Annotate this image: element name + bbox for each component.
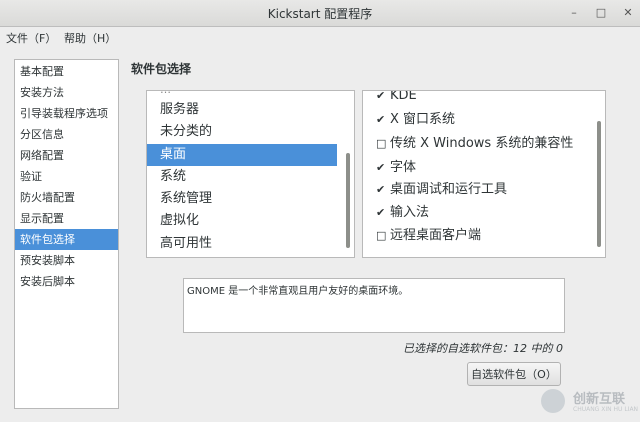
sidebar-item-install-method[interactable]: 安装方法	[15, 82, 118, 103]
watermark-subtext: CHUANG XIN HU LIAN	[573, 406, 639, 413]
checkbox-checked-icon[interactable]: ✔	[376, 109, 390, 131]
group-item-system[interactable]: 系统	[147, 166, 337, 188]
checkbox-checked-icon[interactable]: ✔	[376, 179, 390, 201]
sidebar-item-partitions[interactable]: 分区信息	[15, 124, 118, 145]
package-kde[interactable]: ✔ KDE	[376, 91, 417, 107]
menu-bar: 文件（F） 帮助（H）	[0, 27, 640, 49]
checkbox-checked-icon[interactable]: ✔	[376, 157, 390, 179]
group-item-desktop[interactable]: 桌面	[147, 144, 337, 166]
section-title: 软件包选择	[131, 62, 192, 76]
group-item-servers[interactable]: 服务器	[147, 99, 337, 121]
watermark-logo-icon	[541, 389, 565, 413]
watermark-text: 创新互联	[573, 392, 626, 407]
watermark: 创新互联 CHUANG XIN HU LIAN	[527, 382, 640, 422]
sidebar-item-packages[interactable]: 软件包选择	[15, 229, 118, 250]
package-x-window[interactable]: ✔ X 窗口系统	[376, 109, 455, 131]
sidebar-item-basic[interactable]: 基本配置	[15, 61, 118, 82]
menu-help[interactable]: 帮助（H）	[64, 30, 116, 46]
checkbox-checked-icon[interactable]: ✔	[376, 91, 390, 107]
group-item-virtualization[interactable]: 虚拟化	[147, 210, 337, 232]
sidebar-item-bootloader[interactable]: 引导装载程序选项	[15, 103, 118, 124]
package-group-list[interactable]: … 服务器 未分类的 桌面 系统 系统管理 虚拟化 高可用性	[146, 90, 355, 258]
group-item-high-availability[interactable]: 高可用性	[147, 233, 337, 255]
package-remote-desktop[interactable]: □ 远程桌面客户端	[376, 225, 481, 247]
minimize-button[interactable]: –	[568, 7, 580, 19]
sidebar-item-pre-script[interactable]: 预安装脚本	[15, 250, 118, 271]
sidebar-item-firewall[interactable]: 防火墙配置	[15, 187, 118, 208]
sidebar-item-network[interactable]: 网络配置	[15, 145, 118, 166]
package-legacy-x[interactable]: □ 传统 X Windows 系统的兼容性	[376, 133, 573, 155]
sidebar-item-post-script[interactable]: 安装后脚本	[15, 271, 118, 292]
sidebar-item-auth[interactable]: 验证	[15, 166, 118, 187]
title-bar: Kickstart 配置程序 – □ ✕	[0, 0, 640, 27]
group-list-scrollbar[interactable]	[346, 153, 350, 248]
group-item-uncategorized[interactable]: 未分类的	[147, 121, 337, 143]
window-title: Kickstart 配置程序	[267, 7, 373, 21]
package-fonts[interactable]: ✔ 字体	[376, 157, 416, 179]
sidebar-item-display[interactable]: 显示配置	[15, 208, 118, 229]
checkbox-unchecked-icon[interactable]: □	[376, 133, 390, 155]
sidebar-nav: 基本配置 安装方法 引导装载程序选项 分区信息 网络配置 验证 防火墙配置 显示…	[14, 59, 119, 409]
checkbox-unchecked-icon[interactable]: □	[376, 225, 390, 247]
checkbox-checked-icon[interactable]: ✔	[376, 202, 390, 224]
group-item-sysadmin[interactable]: 系统管理	[147, 188, 337, 210]
close-button[interactable]: ✕	[622, 7, 634, 19]
package-input-method[interactable]: ✔ 输入法	[376, 202, 429, 224]
package-description: GNOME 是一个非常直观且用户友好的桌面环境。	[183, 278, 565, 333]
package-desktop-debug[interactable]: ✔ 桌面调试和运行工具	[376, 179, 507, 201]
selection-status: 已选择的自选软件包：12 中的 0	[403, 342, 563, 355]
package-list-scrollbar[interactable]	[597, 121, 601, 247]
maximize-button[interactable]: □	[595, 7, 607, 19]
menu-file[interactable]: 文件（F）	[6, 30, 56, 46]
package-list[interactable]: ✔ KDE ✔ X 窗口系统 □ 传统 X Windows 系统的兼容性 ✔ 字体 ✔ 桌…	[362, 90, 606, 258]
